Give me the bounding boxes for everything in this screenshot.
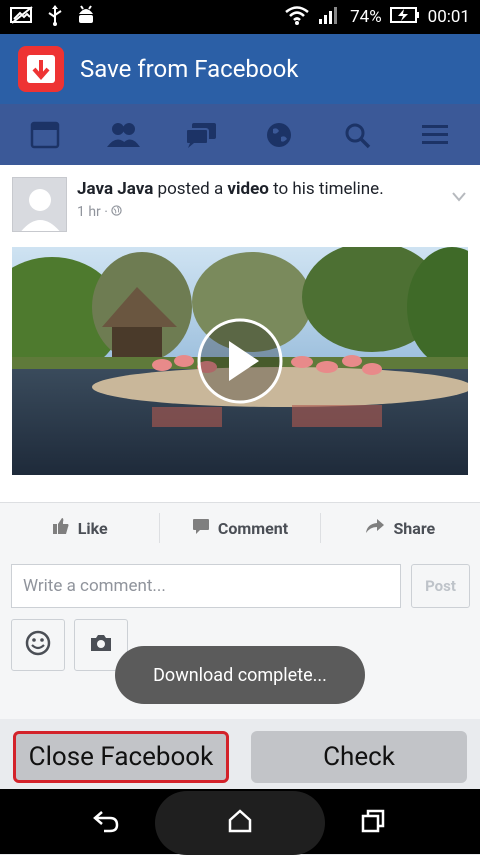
download-toast: Download complete... [115,646,365,704]
smiley-icon [25,630,51,660]
search-icon[interactable] [337,115,377,155]
like-button[interactable]: Like [0,517,159,539]
post-actions: Like Comment Share [0,503,480,553]
post-headline: Java Java posted a video to his timeline… [77,177,384,201]
thumbs-up-icon [52,517,70,539]
chevron-down-icon[interactable] [452,187,466,202]
share-arrow-icon [365,518,385,538]
post-timestamp[interactable]: 1 hr · [77,204,108,220]
post-comment-button[interactable]: Post [411,564,470,608]
messages-icon[interactable] [181,115,221,155]
video-player[interactable] [12,247,468,475]
home-icon[interactable] [227,809,253,837]
app-bar: Save from Facebook [0,34,480,104]
comment-input[interactable]: Write a comment... [11,564,401,608]
check-button[interactable]: Check [251,731,467,783]
post-verb: posted a [157,179,224,199]
share-label: Share [393,518,436,538]
screenshot-icon [10,6,34,28]
recent-apps-icon[interactable] [360,809,386,837]
comment-bubble-icon [192,517,210,539]
camera-icon [89,633,113,657]
back-icon[interactable] [92,809,120,837]
menu-icon[interactable] [415,115,455,155]
usb-icon [46,4,64,30]
bottom-action-bar: Close Facebook Check [0,719,480,789]
comment-label: Comment [217,518,289,538]
battery-percent: 74% [350,7,382,27]
share-button[interactable]: Share [321,518,480,538]
android-debug-icon [76,4,96,30]
post-object[interactable]: video [227,179,268,199]
app-title: Save from Facebook [80,55,299,83]
like-label: Like [77,518,108,538]
privacy-globe-icon [111,204,123,220]
signal-icon [318,5,342,30]
clock: 00:01 [427,7,470,27]
system-nav-bar [0,789,480,855]
battery-charging-icon [389,6,420,28]
post-suffix: to his timeline. [273,179,384,199]
post-time: 1 hr · [77,204,384,220]
facebook-nav [0,104,480,165]
author-name[interactable]: Java Java [77,179,153,199]
author-avatar[interactable] [12,177,67,232]
app-logo-icon [18,46,64,92]
post-card: Java Java posted a video to his timeline… [0,165,480,719]
friend-requests-icon[interactable] [103,115,143,155]
news-feed-icon[interactable] [25,115,65,155]
wifi-icon [284,5,310,30]
comment-button[interactable]: Comment [160,517,319,539]
video-thumbnail [12,247,468,475]
notifications-globe-icon[interactable] [259,115,299,155]
status-bar: 74% 00:01 [0,0,480,34]
close-facebook-button[interactable]: Close Facebook [13,731,229,783]
emoji-button[interactable] [11,619,65,671]
